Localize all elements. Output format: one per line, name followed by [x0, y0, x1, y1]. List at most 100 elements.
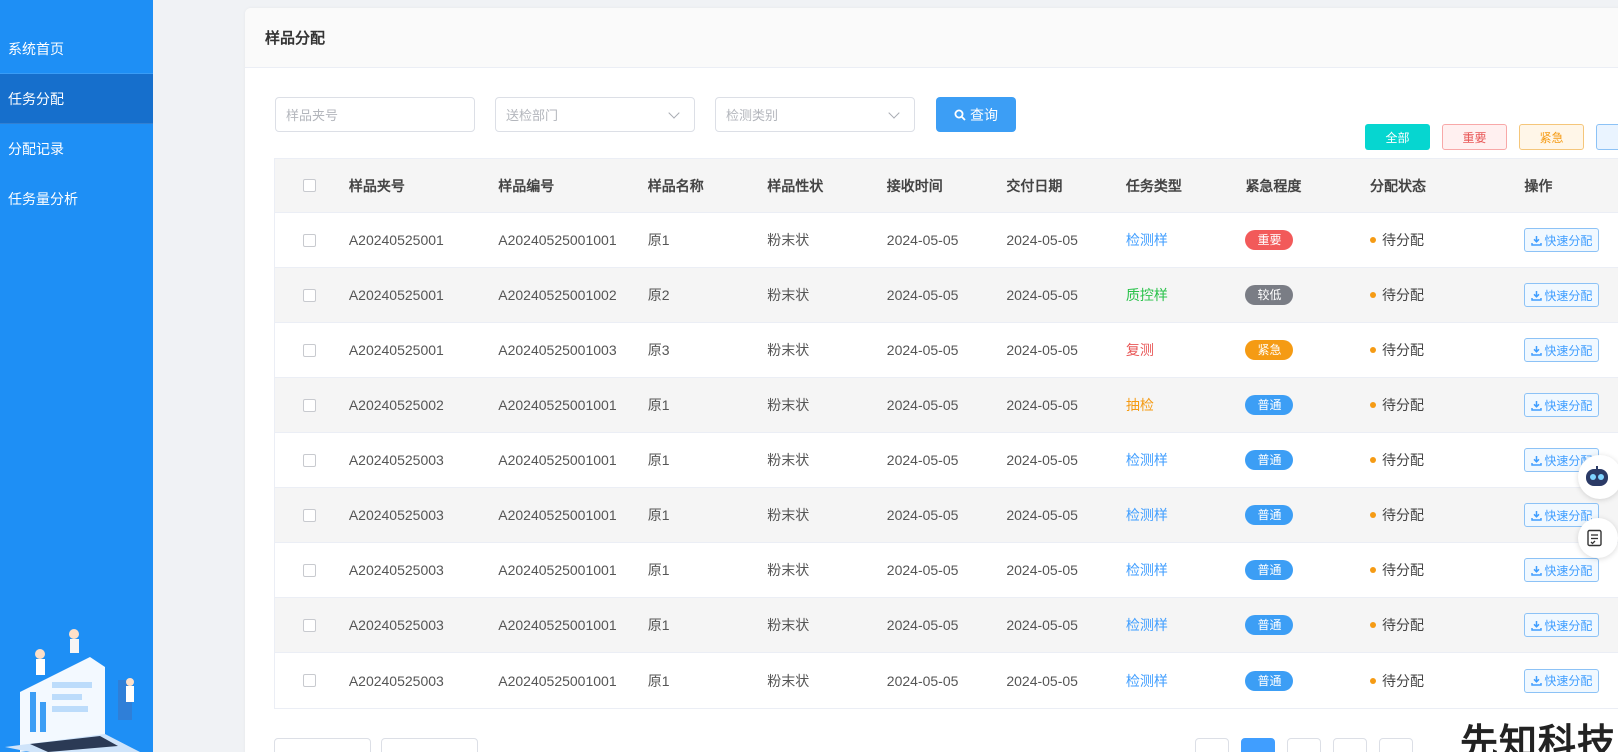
sidebar-item-task-assignment[interactable]: 任务分配	[0, 74, 153, 124]
cell-code: A20240525001001	[498, 232, 617, 248]
status-text: 待分配	[1381, 562, 1424, 578]
cell-name: 原1	[647, 232, 670, 248]
row-checkbox[interactable]	[303, 563, 316, 577]
tag-more-button[interactable]	[1596, 124, 1618, 150]
task-list-button[interactable]	[1578, 518, 1618, 558]
cell-task-type: 抽检	[1125, 397, 1154, 413]
status-text: 待分配	[1381, 342, 1424, 358]
cell-name: 原1	[647, 617, 670, 633]
main-card: 样品分配 样品夹号 送检部门 检测类别 查询 全部 重要 紧急 样品夹号 样品编…	[245, 8, 1618, 752]
checklist-icon	[1587, 529, 1602, 547]
row-checkbox[interactable]	[303, 618, 316, 632]
cell-received: 2024-05-05	[886, 287, 959, 303]
cell-code: A20240525001001	[498, 672, 617, 689]
table-row: A20240525002 A20240525001001 原1 粉末状 2024-05-…	[275, 378, 1618, 433]
sample-table: 样品夹号 样品编号 样品名称 样品性状 接收时间 交付日期 任务类型 紧急程度 …	[274, 158, 1618, 709]
cell-task-type: 检测样	[1125, 672, 1168, 689]
col-header-type: 任务类型	[1125, 177, 1182, 194]
row-checkbox[interactable]	[303, 674, 316, 687]
cell-task-type: 检测样	[1125, 562, 1168, 578]
quick-assign-button[interactable]: 快速分配	[1524, 668, 1600, 693]
download-icon	[1531, 510, 1543, 521]
cell-form: 粉末状	[767, 232, 810, 248]
sidebar-item-assignment-records[interactable]: 分配记录	[0, 124, 153, 174]
row-checkbox[interactable]	[303, 288, 316, 302]
cell-received: 2024-05-05	[886, 452, 959, 468]
sidebar-item-home[interactable]: 系统首页	[0, 24, 153, 74]
col-header-code: 样品编号	[498, 177, 555, 194]
assistant-bot-button[interactable]	[1578, 455, 1618, 499]
tag-urgent-button[interactable]: 紧急	[1519, 124, 1584, 150]
priority-badge: 普通	[1245, 615, 1294, 635]
page-button-3[interactable]	[1333, 738, 1367, 752]
download-icon	[1531, 676, 1543, 686]
chevron-down-icon	[888, 106, 900, 119]
cell-clip: A20240525001	[348, 287, 444, 303]
page-button-4[interactable]	[1379, 738, 1413, 752]
assignment-status: 待分配	[1369, 560, 1524, 580]
row-checkbox[interactable]	[303, 453, 316, 467]
sidebar: 系统首页 任务分配 分配记录 任务量分析	[0, 0, 153, 752]
quick-assign-button[interactable]: 快速分配	[1524, 393, 1600, 417]
test-category-select[interactable]: 检测类别	[715, 97, 915, 132]
cell-due: 2024-05-05	[1006, 397, 1078, 413]
table-row: A20240525003 A20240525001001 原1 粉末状 2024-05-…	[275, 653, 1618, 708]
cell-form: 粉末状	[767, 452, 810, 468]
status-dot-icon	[1369, 622, 1376, 628]
quick-assign-button[interactable]: 快速分配	[1524, 228, 1600, 252]
quick-assign-label: 快速分配	[1544, 674, 1593, 688]
department-select[interactable]: 送检部门	[495, 97, 695, 132]
status-dot-icon	[1369, 677, 1376, 684]
cell-task-type: 检测样	[1125, 452, 1168, 468]
assignment-status: 待分配	[1369, 505, 1524, 525]
status-text: 待分配	[1381, 232, 1424, 248]
cell-due: 2024-05-05	[1006, 232, 1078, 248]
quick-assign-button[interactable]: 快速分配	[1524, 338, 1600, 362]
cell-code: A20240525001001	[498, 617, 617, 633]
quick-assign-button[interactable]: 快速分配	[1524, 558, 1600, 582]
tag-important-button[interactable]: 重要	[1442, 124, 1507, 150]
cell-clip: A20240525001	[348, 342, 444, 358]
status-dot-icon	[1369, 567, 1376, 573]
tag-all-button[interactable]: 全部	[1365, 124, 1430, 150]
page-prev-button[interactable]	[1195, 738, 1229, 752]
page-button-1[interactable]	[1241, 738, 1275, 752]
cell-received: 2024-05-05	[886, 562, 959, 578]
cell-form: 粉末状	[767, 617, 810, 633]
table-row: A20240525003 A20240525001001 原1 粉末状 2024-05-…	[275, 543, 1618, 598]
table-row: A20240525001 A20240525001002 原2 粉末状 2024-05-…	[275, 268, 1618, 323]
select-all-checkbox[interactable]	[303, 179, 316, 192]
row-checkbox[interactable]	[303, 233, 316, 247]
cell-clip: A20240525003	[348, 452, 444, 468]
status-text: 待分配	[1381, 672, 1424, 689]
row-checkbox[interactable]	[303, 508, 316, 522]
cell-name: 原1	[647, 507, 670, 523]
cell-task-type: 检测样	[1125, 617, 1168, 633]
quick-assign-button[interactable]: 快速分配	[1524, 613, 1600, 637]
cell-task-type: 复测	[1125, 342, 1154, 358]
row-checkbox[interactable]	[303, 343, 316, 357]
priority-badge: 紧急	[1245, 340, 1294, 360]
cell-form: 粉末状	[767, 342, 810, 358]
assignment-status: 待分配	[1369, 285, 1524, 305]
status-text: 待分配	[1381, 397, 1424, 413]
col-header-form: 样品性状	[767, 177, 824, 194]
row-checkbox[interactable]	[303, 398, 316, 412]
col-header-action: 操作	[1524, 177, 1553, 194]
cell-clip: A20240525003	[348, 672, 444, 689]
page-button-2[interactable]	[1287, 738, 1321, 752]
sidebar-item-workload-analysis[interactable]: 任务量分析	[0, 174, 153, 224]
cell-name: 原2	[647, 287, 670, 303]
priority-badge: 较低	[1245, 285, 1294, 305]
bottom-button-1[interactable]	[274, 738, 371, 752]
quick-assign-button[interactable]: 快速分配	[1524, 283, 1600, 307]
assignment-status: 待分配	[1369, 615, 1524, 635]
cell-form: 粉末状	[767, 562, 810, 578]
query-button[interactable]: 查询	[936, 97, 1016, 132]
cell-form: 粉末状	[767, 397, 810, 413]
sample-clip-input[interactable]: 样品夹号	[275, 97, 475, 132]
download-icon	[1531, 290, 1543, 301]
cell-name: 原3	[647, 342, 670, 358]
bottom-button-2[interactable]	[381, 738, 478, 752]
quick-assign-label: 快速分配	[1544, 343, 1593, 358]
